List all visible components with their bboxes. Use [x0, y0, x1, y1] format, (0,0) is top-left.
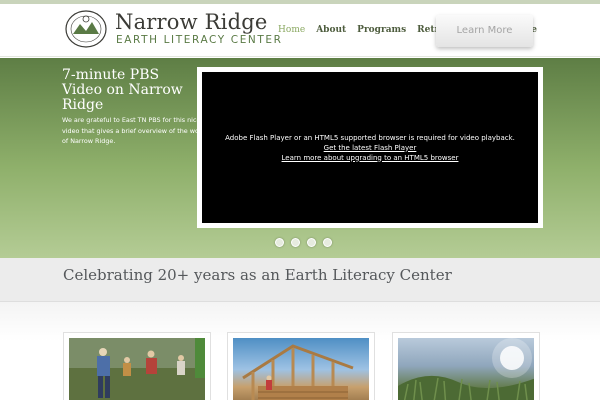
slide-description: We are grateful to East TN PBS for this … — [62, 116, 206, 145]
video-player[interactable]: Adobe Flash Player or an HTML5 supported… — [197, 67, 543, 228]
video-fallback-message: Adobe Flash Player or an HTML5 supported… — [225, 133, 515, 142]
sun-over-field-photo[interactable] — [398, 338, 534, 400]
nav-home[interactable]: Home — [278, 25, 305, 35]
logo-tagline: EARTH LITERACY CENTER — [116, 34, 283, 46]
callout-text: Celebrating 20+ years as an Earth Litera… — [63, 266, 452, 284]
hero-slider: 7-minute PBS Video on Narrow Ridge We ar… — [0, 58, 600, 258]
feature-card-3[interactable] — [392, 332, 540, 400]
music-performers-photo[interactable] — [69, 338, 205, 400]
logo-name[interactable]: Narrow Ridge — [115, 10, 268, 34]
feature-card-1[interactable] — [63, 332, 211, 400]
html5-upgrade-link[interactable]: Learn more about upgrading to an HTML5 b… — [282, 153, 459, 163]
cabin-construction-photo[interactable] — [233, 338, 369, 400]
cabin-frame-illustration — [242, 344, 354, 400]
nav-about[interactable]: About — [316, 25, 346, 35]
slide-dot-1[interactable] — [275, 238, 284, 247]
music-scene-illustration — [69, 338, 205, 400]
learn-more-button[interactable]: Learn More — [436, 15, 533, 47]
callout-banner: Celebrating 20+ years as an Earth Litera… — [0, 258, 600, 302]
logo-seal-icon[interactable] — [64, 9, 108, 49]
nav-programs[interactable]: Programs — [357, 25, 406, 35]
slider-pagination — [275, 238, 332, 247]
slide-dot-3[interactable] — [307, 238, 316, 247]
slide-dot-2[interactable] — [291, 238, 300, 247]
slide-dot-4[interactable] — [323, 238, 332, 247]
video-screen: Adobe Flash Player or an HTML5 supported… — [202, 72, 538, 223]
sun-field-illustration — [398, 338, 534, 400]
feature-card-2[interactable] — [227, 332, 375, 400]
slide-title: 7-minute PBS Video on Narrow Ridge — [62, 67, 183, 113]
flash-player-link[interactable]: Get the latest Flash Player — [324, 143, 417, 153]
